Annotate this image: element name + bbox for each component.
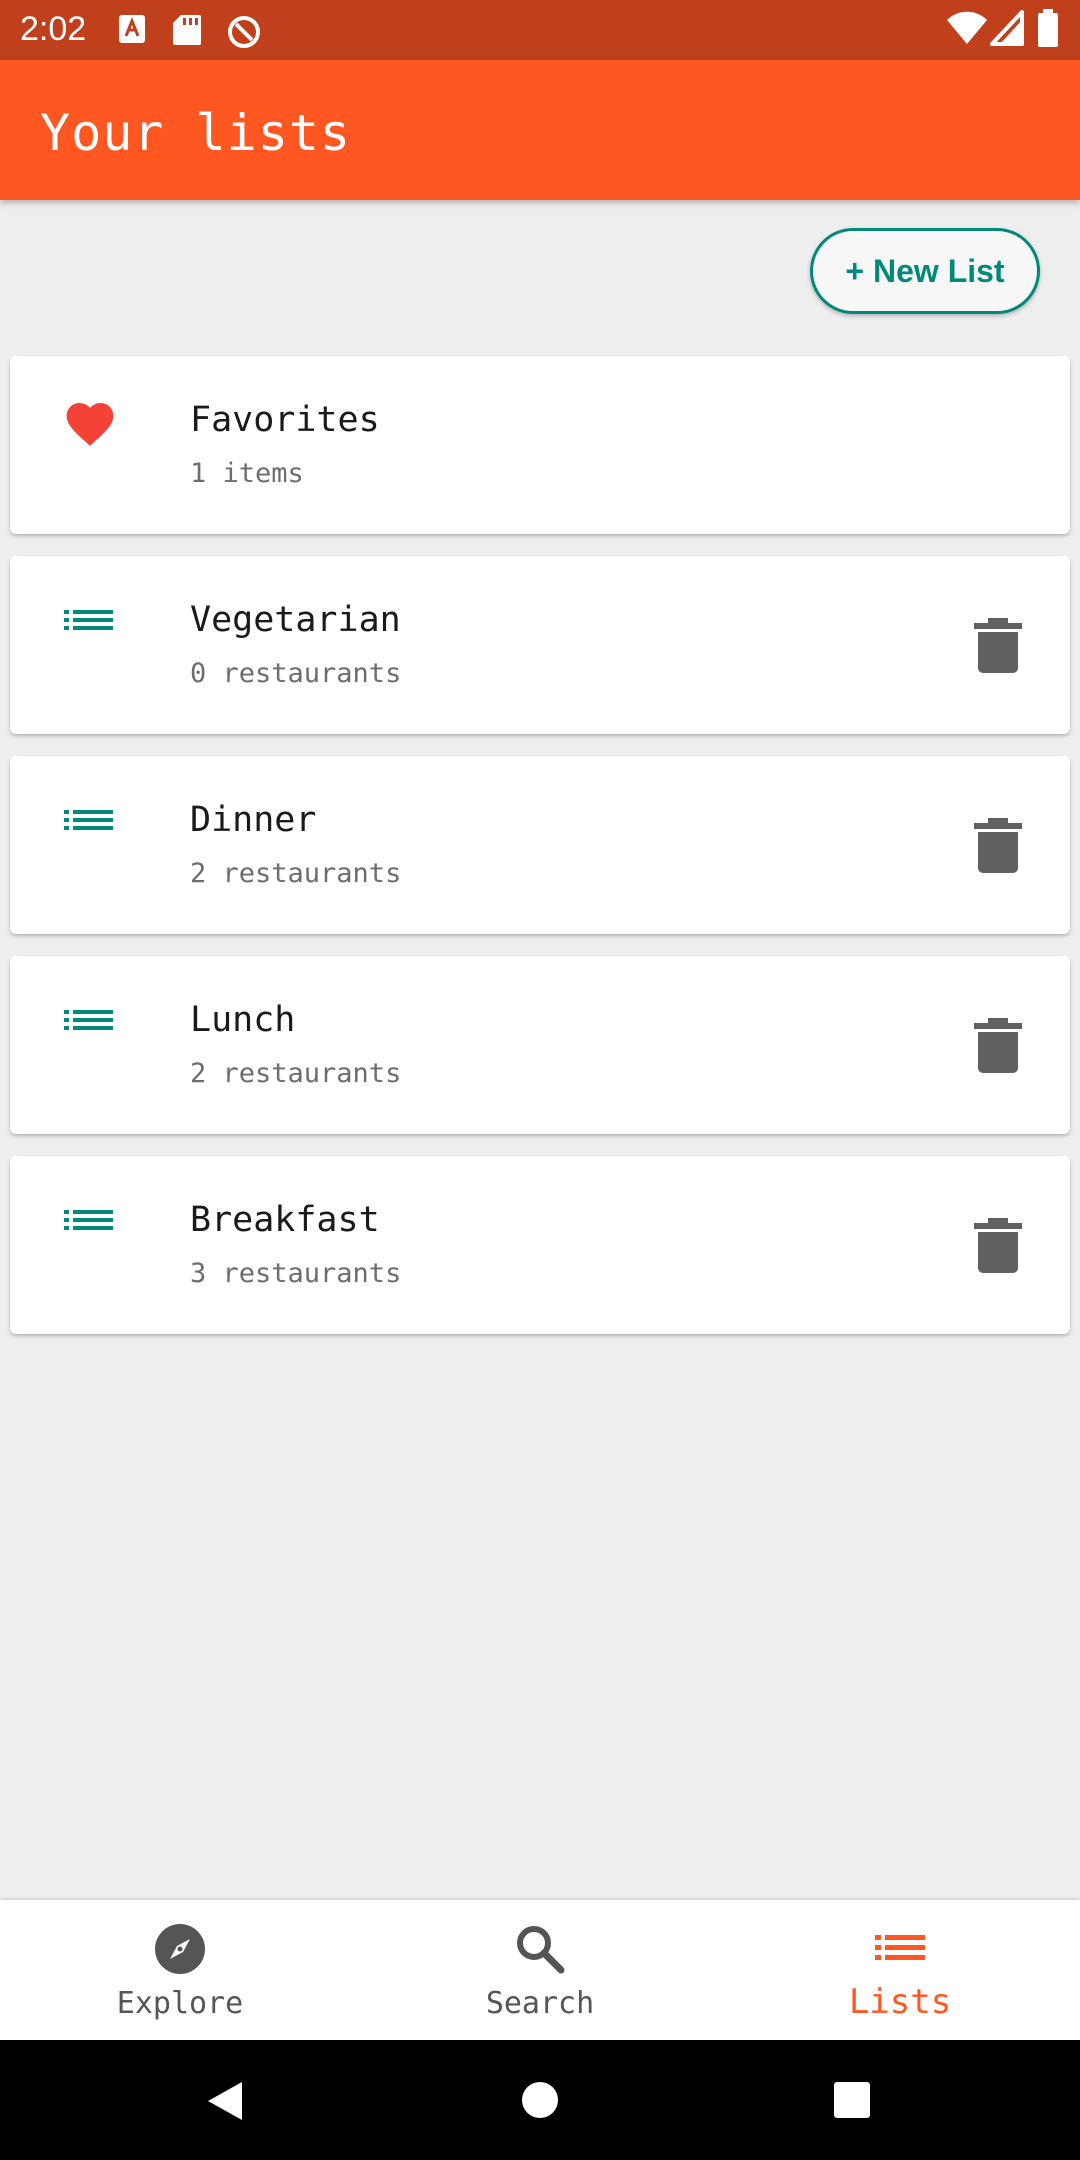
sd-card-icon — [173, 15, 201, 45]
heart-icon — [66, 403, 114, 446]
list-title: Vegetarian — [190, 600, 401, 640]
list-count: 3 restaurants — [190, 1258, 402, 1289]
battery-icon — [1038, 9, 1058, 47]
compass-icon — [155, 1924, 205, 1974]
list-icon — [64, 1210, 113, 1230]
status-bar: 2:02 — [0, 0, 1080, 60]
list-card-lunch[interactable]: Lunch 2 restaurants — [10, 956, 1070, 1134]
bottom-nav: Explore Search Lists — [0, 1900, 1080, 2040]
nav-label: Search — [485, 1986, 595, 2021]
list-card-vegetarian[interactable]: Vegetarian 0 restaurants — [10, 556, 1070, 734]
list-title: Lunch — [190, 1000, 296, 1040]
app-bar: Your lists — [0, 60, 1080, 200]
list-card-dinner[interactable]: Dinner 2 restaurants — [10, 756, 1070, 934]
status-time: 2:02 — [20, 10, 87, 48]
home-icon[interactable] — [520, 2080, 560, 2120]
list-title: Dinner — [190, 800, 317, 840]
signal-icon — [990, 10, 1024, 46]
list-count: 1 items — [190, 458, 304, 489]
page-title: Your lists — [40, 104, 352, 162]
back-icon[interactable] — [204, 2080, 244, 2122]
list-count: 2 restaurants — [190, 1058, 402, 1089]
recents-icon[interactable] — [832, 2080, 872, 2120]
nav-label: Lists — [848, 1982, 952, 2022]
list-count: 2 restaurants — [190, 858, 402, 889]
list-count: 0 restaurants — [190, 658, 402, 689]
delete-icon[interactable] — [972, 1216, 1024, 1274]
delete-icon[interactable] — [972, 816, 1024, 874]
list-icon — [64, 810, 113, 830]
delete-icon[interactable] — [972, 616, 1024, 674]
search-icon — [517, 1926, 565, 1974]
list-card-favorites[interactable]: Favorites 1 items — [10, 356, 1070, 534]
nav-explore[interactable]: Explore — [0, 1900, 360, 2040]
list-icon — [64, 1010, 113, 1030]
nav-search[interactable]: Search — [360, 1900, 720, 2040]
nav-lists[interactable]: Lists — [720, 1900, 1080, 2040]
list-card-breakfast[interactable]: Breakfast 3 restaurants — [10, 1156, 1070, 1334]
nav-label: Explore — [116, 1986, 244, 2021]
list-icon — [875, 1935, 925, 1960]
new-list-button[interactable]: + New List — [810, 228, 1040, 314]
list-title: Breakfast — [190, 1200, 380, 1240]
list-title: Favorites — [190, 400, 380, 440]
a-notification-icon — [119, 15, 145, 43]
wifi-icon — [947, 11, 987, 44]
delete-icon[interactable] — [972, 1016, 1024, 1074]
list-icon — [64, 610, 113, 630]
block-icon — [228, 16, 260, 48]
system-nav-bar — [0, 2040, 1080, 2160]
